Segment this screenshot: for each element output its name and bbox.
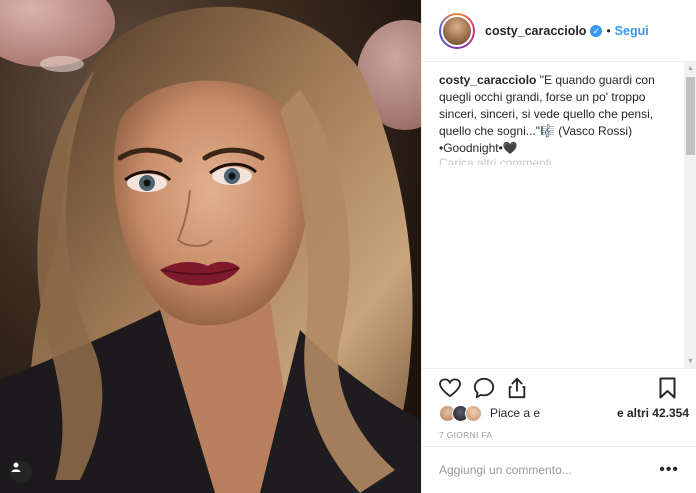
action-bar: [422, 368, 696, 406]
comments-scrollbar[interactable]: ▲ ▼: [684, 62, 696, 368]
post-side-panel: costy_caracciolo ✓ • Segui costy_caracci…: [421, 0, 696, 493]
comment-icon: [473, 377, 495, 399]
scroll-up-arrow-icon[interactable]: ▲: [684, 62, 696, 75]
post-timestamp[interactable]: 7 GIORNI FA: [439, 430, 492, 440]
add-comment-bar: •••: [422, 446, 696, 493]
verified-badge-icon: ✓: [590, 24, 603, 37]
comments-area: costy_caracciolo "E quando guardi con qu…: [422, 62, 686, 368]
follow-button[interactable]: Segui: [615, 24, 649, 38]
avatar[interactable]: [439, 12, 475, 49]
comment-button[interactable]: [473, 375, 507, 401]
likes-prefix: Piace a e: [490, 406, 541, 420]
caption: costy_caracciolo "E quando guardi con qu…: [439, 72, 674, 157]
load-more-comments-link[interactable]: Carica altri commenti: [439, 157, 674, 165]
heart-icon: [439, 378, 461, 398]
scroll-thumb[interactable]: [686, 77, 695, 155]
bookmark-icon: [659, 377, 676, 399]
likes-row: Piace a e e altri 42.354: [439, 403, 689, 423]
post-photo[interactable]: [0, 0, 421, 493]
liker-avatar[interactable]: [465, 404, 482, 422]
save-button[interactable]: [659, 375, 679, 401]
comment-input[interactable]: [439, 463, 660, 477]
scroll-down-arrow-icon[interactable]: ▼: [684, 355, 696, 368]
tagged-user-icon[interactable]: [10, 461, 32, 483]
likes-count-link[interactable]: e altri 42.354: [617, 406, 689, 420]
share-button[interactable]: [507, 375, 541, 401]
share-icon: [508, 377, 526, 399]
like-button[interactable]: [439, 375, 473, 401]
more-options-icon[interactable]: •••: [659, 461, 679, 479]
portrait-image: [0, 0, 421, 493]
caption-username[interactable]: costy_caracciolo: [439, 73, 536, 87]
post-header: costy_caracciolo ✓ • Segui: [422, 0, 696, 62]
separator-dot: •: [606, 23, 611, 38]
header-username[interactable]: costy_caracciolo: [485, 24, 586, 38]
